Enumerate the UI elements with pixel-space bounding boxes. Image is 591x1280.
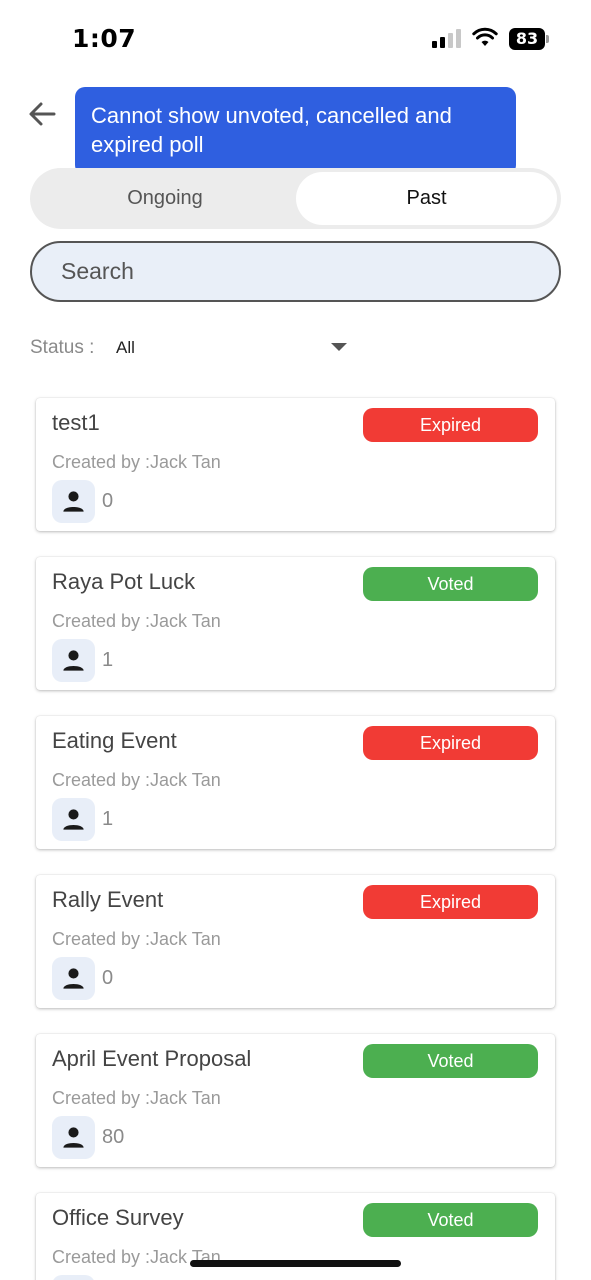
wifi-icon: [472, 27, 498, 46]
back-arrow-icon[interactable]: [26, 98, 58, 130]
cellular-signal-icon: [432, 28, 462, 48]
battery-icon: 83: [509, 28, 551, 50]
person-icon: [52, 1116, 95, 1159]
tab-ongoing[interactable]: Ongoing: [34, 172, 296, 225]
battery-level: 83: [509, 28, 545, 50]
tab-past[interactable]: Past: [296, 172, 557, 225]
person-icon: [52, 480, 95, 523]
poll-title: Rally Event: [52, 887, 164, 912]
person-icon: [52, 639, 95, 682]
status-bar: 1:07 83: [0, 0, 591, 80]
participant-count: 0: [102, 967, 114, 989]
status-filter-label: Status :: [30, 337, 95, 358]
status-badge: Voted: [363, 1044, 538, 1078]
poll-creator: Created by :Jack Tan: [52, 1088, 221, 1108]
dropdown-arrow-icon[interactable]: [331, 343, 347, 351]
poll-creator: Created by :Jack Tan: [52, 770, 221, 790]
participant-count: 80: [102, 1126, 125, 1148]
toast-message: Cannot show unvoted, cancelled and expir…: [75, 87, 516, 175]
status-badge: Expired: [363, 726, 538, 760]
participant-count: 0: [102, 490, 114, 512]
status-badge: Voted: [363, 1203, 538, 1237]
clock: 1:07: [72, 24, 137, 53]
poll-title: test1: [52, 410, 100, 435]
status-badge: Voted: [363, 567, 538, 601]
status-filter-value: All: [116, 338, 135, 357]
segmented-tabs: Ongoing Past: [30, 168, 561, 229]
person-icon: [52, 798, 95, 841]
poll-title: Eating Event: [52, 728, 177, 753]
person-icon: [52, 957, 95, 1000]
poll-title: Raya Pot Luck: [52, 569, 196, 594]
poll-title: Office Survey: [52, 1205, 184, 1230]
status-badge: Expired: [363, 885, 538, 919]
poll-card[interactable]: test1 Expired Created by :Jack Tan 0: [36, 398, 555, 531]
status-badge: Expired: [363, 408, 538, 442]
home-indicator[interactable]: [190, 1260, 401, 1267]
poll-title: April Event Proposal: [52, 1046, 252, 1071]
search-input[interactable]: Search: [30, 241, 561, 302]
person-icon: [52, 1275, 95, 1280]
participant-count: 1: [102, 649, 114, 671]
poll-creator: Created by :Jack Tan: [52, 929, 221, 949]
poll-card[interactable]: April Event Proposal Voted Created by :J…: [36, 1034, 555, 1167]
poll-card[interactable]: Rally Event Expired Created by :Jack Tan…: [36, 875, 555, 1008]
poll-card[interactable]: Raya Pot Luck Voted Created by :Jack Tan…: [36, 557, 555, 690]
poll-creator: Created by :Jack Tan: [52, 611, 221, 631]
participant-count: 1: [102, 808, 114, 830]
poll-card[interactable]: Eating Event Expired Created by :Jack Ta…: [36, 716, 555, 849]
poll-creator: Created by :Jack Tan: [52, 452, 221, 472]
status-filter-dropdown[interactable]: Status : All: [30, 333, 350, 365]
